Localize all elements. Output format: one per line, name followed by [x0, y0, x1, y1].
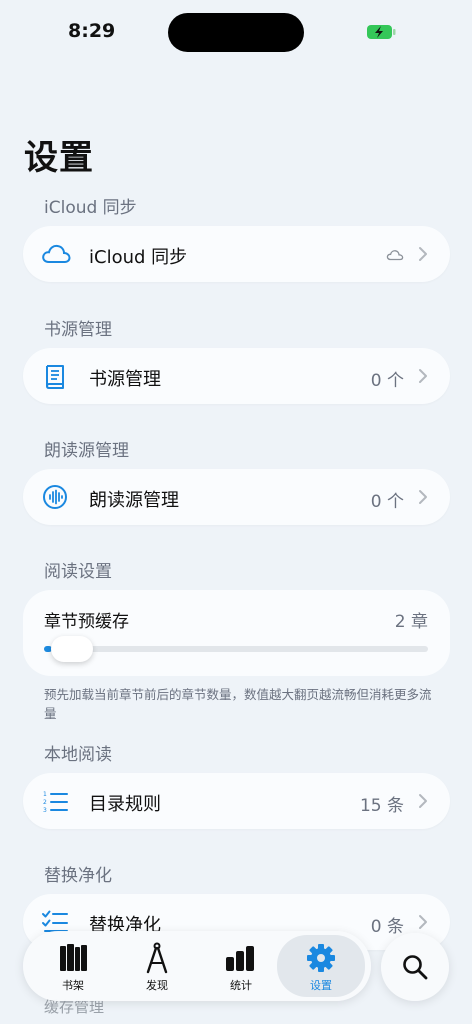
section-header-reading: 阅读设置 [44, 562, 112, 582]
section-header-tts-source: 朗读源管理 [44, 441, 129, 461]
toc-rules-label: 目录规则 [89, 794, 161, 815]
chapter-precache-label: 章节预缓存 [44, 612, 129, 632]
book-source-count: 0 个 [370, 371, 404, 391]
cloud-icon [42, 244, 71, 263]
tab-bookshelf[interactable]: 书架 [29, 931, 117, 1001]
chapter-precache-value: 2 章 [394, 612, 428, 632]
chart-icon [226, 946, 254, 971]
tts-source-label: 朗读源管理 [89, 490, 179, 511]
search-button[interactable] [381, 933, 449, 1001]
tab-stats[interactable]: 统计 [197, 931, 285, 1001]
chapter-precache-slider[interactable] [44, 646, 428, 652]
chevron-right-icon [419, 915, 427, 929]
section-header-book-source: 书源管理 [44, 320, 112, 340]
tts-source-count: 0 个 [370, 492, 404, 512]
slider-thumb[interactable] [51, 636, 93, 662]
status-bar: 8:29 [0, 0, 472, 64]
tab-settings-label: 设置 [310, 979, 332, 992]
svg-text:3: 3 [43, 807, 47, 814]
page-title: 设置 [24, 138, 94, 178]
compass-icon [146, 942, 168, 974]
book-icon [46, 365, 64, 389]
bookshelf-icon [60, 944, 87, 971]
waveform-circle-icon [43, 485, 67, 509]
tab-discover-label: 发现 [146, 979, 168, 992]
chapter-precache-footnote: 预先加载当前章节前后的章节数量，数值越大翻页越流畅但消耗更多流量 [44, 687, 432, 721]
chevron-right-icon [419, 490, 427, 504]
section-header-replace: 替换净化 [44, 866, 112, 886]
chevron-right-icon [419, 794, 427, 808]
status-time: 8:29 [68, 20, 116, 42]
tab-bookshelf-label: 书架 [62, 979, 84, 992]
chevron-right-icon [419, 369, 427, 383]
toc-rules-count: 15 条 [359, 796, 404, 816]
chevron-right-icon [419, 247, 427, 261]
icloud-sync-label: iCloud 同步 [89, 247, 188, 268]
chapter-precache-card: 章节预缓存 2 章 [23, 590, 450, 676]
gear-icon [307, 944, 335, 972]
toc-rules-row[interactable]: 1 2 3 目录规则 15 条 [23, 773, 450, 829]
numbered-list-icon: 1 2 3 [43, 791, 68, 814]
book-source-row[interactable]: 书源管理 0 个 [23, 348, 450, 404]
battery-charging-icon [367, 25, 396, 39]
section-header-icloud: iCloud 同步 [44, 198, 137, 218]
tab-settings[interactable]: 设置 [277, 935, 365, 997]
svg-text:2: 2 [43, 799, 47, 806]
section-header-local-reading: 本地阅读 [44, 745, 112, 765]
icloud-sync-row[interactable]: iCloud 同步 [23, 226, 450, 282]
tts-source-row[interactable]: 朗读源管理 0 个 [23, 469, 450, 525]
svg-text:1: 1 [43, 791, 47, 798]
book-source-label: 书源管理 [89, 369, 161, 390]
tab-bar: 书架 发现 统计 设置 [23, 931, 371, 1001]
dynamic-island [168, 13, 304, 52]
search-icon [403, 955, 428, 980]
tab-discover[interactable]: 发现 [113, 931, 201, 1001]
replace-rules-count: 0 条 [370, 917, 404, 937]
cloud-status-icon [386, 250, 404, 261]
tab-stats-label: 统计 [230, 979, 252, 992]
